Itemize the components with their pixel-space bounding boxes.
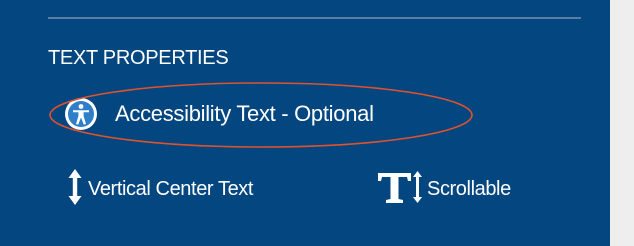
- vertical-arrows-icon: [68, 169, 82, 210]
- vertical-center-text-option[interactable]: Vertical Center Text: [68, 169, 253, 210]
- text-height-icon: [377, 169, 423, 210]
- text-properties-panel: TEXT PROPERTIES Accessibility Text - Opt…: [0, 0, 610, 246]
- scrollable-option[interactable]: Scrollable: [377, 169, 511, 210]
- accessibility-text-label: Accessibility Text - Optional: [115, 101, 374, 126]
- section-title: TEXT PROPERTIES: [48, 47, 229, 69]
- vertical-center-text-label: Vertical Center Text: [88, 178, 254, 200]
- accessibility-text-option[interactable]: Accessibility Text - Optional: [64, 97, 374, 131]
- scrollable-label: Scrollable: [427, 178, 511, 200]
- accessibility-icon: [64, 97, 98, 131]
- divider: [48, 17, 581, 19]
